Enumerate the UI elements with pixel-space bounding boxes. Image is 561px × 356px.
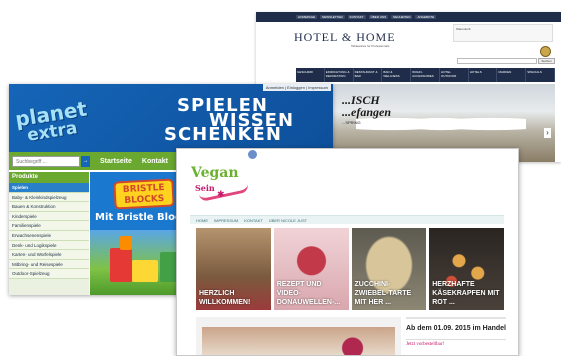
sidebar-item[interactable]: Erwachsenenspiele [9,230,89,241]
sidebar-item[interactable]: Kinderspiele [9,211,89,222]
topbar-link[interactable]: KONTAKT [347,15,366,19]
hero-title-line: ...efangen [342,105,391,119]
sidebar: Produkte Spielen Baby- & Kleinkindspielz… [9,172,89,295]
nav-ueber[interactable]: ÜBER NICOLE JUST [269,218,307,223]
cart-label: Warenkorb [456,27,471,31]
featured-card[interactable]: ZUCCHINI-ZWIEBEL-TARTE MIT HER ... [351,228,427,310]
nav-kontakt[interactable]: KONTAKT [244,218,263,223]
featured-card[interactable]: HERZLICH WILLKOMMEN! [196,228,271,310]
featured-cards: HERZLICH WILLKOMMEN! REZEPT UND VIDEO-DO… [196,228,504,310]
hero-subtitle: ...SPRING [342,120,361,125]
logo-line: Vegan [191,165,239,181]
card-caption: HERZHAFTE KÄSEKRAPFEN MIT ROT ... [432,281,500,306]
toy-block [132,260,158,282]
search-input[interactable]: Suchbegriff ... [12,155,80,167]
sidebar-item[interactable]: Baby- & Kleinkindspielzeug [9,192,89,203]
topbar-link[interactable]: ÜBER UNS [368,15,389,19]
preorder-link[interactable]: Jetzt vorbestellbar! [406,339,506,347]
card-caption: ZUCCHINI-ZWIEBEL-TARTE MIT HER ... [354,281,412,306]
sidebar-item[interactable]: Karten- und Würfelspiele [9,250,89,260]
collage: HOMEPAGE NEWSLETTER KONTAKT ÜBER UNS NEU… [0,0,561,356]
search-placeholder: Suchbegriff ... [16,158,47,165]
header-links[interactable]: Anmelden | Einloggen | Impressum [262,84,331,91]
hotel-home-nav: Geschirr Einrichtung & Dekoration Restau… [296,68,556,82]
seal-badge-icon [540,46,551,57]
toy-block [110,248,132,282]
search-go-icon[interactable]: → [81,155,90,167]
card-caption: HERZLICH WILLKOMMEN! [199,290,251,306]
planet-extra-header: planet extra Anmelden | Einloggen | Impr… [9,84,333,152]
hotel-home-tagline: Tablewares for Professionals [351,44,390,48]
blog-post[interactable] [196,317,401,355]
search-input[interactable] [457,58,537,64]
hotel-home-logo[interactable]: HOTEL & HOME [294,30,396,45]
nav-kontakt[interactable]: Kontakt [142,158,168,165]
sidebar-item[interactable]: Bauen & Konstruktion [9,202,89,212]
nav-item[interactable]: Wohn-Accessoires [411,68,440,82]
featured-card[interactable]: REZEPT UND VIDEO-DONAUWELLEN-... [273,228,349,310]
topbar-link[interactable]: HOMEPAGE [296,15,318,19]
brand-text: BRISTLE BLOCKS [122,182,165,207]
featured-card[interactable]: HERZHAFTE KÄSEKRAPFEN MIT ROT ... [429,228,504,310]
sidebar-item[interactable]: Spielen [9,183,89,193]
sidebar-item[interactable]: Outdoor-Spielzeug [9,269,89,279]
toy-block [120,236,132,250]
blog-sidebar: Ab dem 01.09. 2015 im Handel Jetzt vorbe… [406,317,506,355]
nav-startseite[interactable]: Startseite [100,158,132,165]
sidebar-heading: Ab dem 01.09. 2015 im Handel [406,325,506,332]
sidebar-item[interactable]: Familienspiele [9,221,89,231]
nav-item[interactable]: Specials [526,68,556,82]
nav-home[interactable]: HOME [196,218,208,223]
topbar-link[interactable]: ANGEBOTE [415,15,437,19]
flower-icon [248,150,257,159]
topbar-link[interactable]: NEUHEITEN [391,15,413,19]
nav-item[interactable]: Geschirr [296,68,325,82]
nav-item[interactable]: Einrichtung & Dekoration [325,68,354,82]
nav-item[interactable]: Bad & Wellness [382,68,412,82]
topbar-link[interactable]: NEWSLETTER [320,15,345,19]
sidebar-item[interactable]: Mitbring- und Reisespiele [9,259,89,270]
nav-item[interactable]: Restaurant & Bar [354,68,383,82]
nav-item[interactable]: Marken [497,68,527,82]
nav-impressum[interactable]: IMPRESSUM [214,218,238,223]
slogan-word: SCHENKEN [164,124,282,145]
sidebar-header: Produkte [9,172,89,183]
hotel-home-topbar: HOMEPAGE NEWSLETTER KONTAKT ÜBER UNS NEU… [256,12,561,22]
post-image [202,327,395,355]
vegan-blog-window: Vegan Sein ✱ HOME IMPRESSUM KONTAKT ÜBER… [176,148,519,356]
star-icon: ✱ [217,189,225,199]
search-button[interactable]: Suchen [538,58,555,64]
hero-title: ...ISCH ...efangen [342,94,391,118]
card-caption: REZEPT UND VIDEO-DONAUWELLEN-... [276,281,341,306]
cart-box[interactable]: Warenkorb [453,24,553,42]
chevron-right-icon[interactable]: › [544,128,551,138]
sidebar-item[interactable]: Denk- und Logikspiele [9,240,89,251]
nav-item[interactable]: Hotels [469,68,498,82]
blog-nav: HOME IMPRESSUM KONTAKT ÜBER NICOLE JUST [190,215,504,224]
nav-item[interactable]: Hotel Outdoor [440,68,469,82]
brand-logo: BRISTLE BLOCKS [113,178,175,210]
